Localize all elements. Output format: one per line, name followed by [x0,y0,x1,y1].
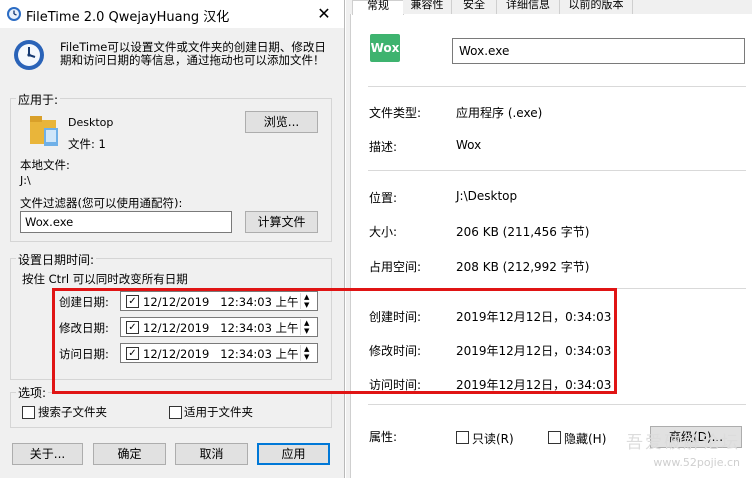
modified-date-picker[interactable]: ✓ 12/12/2019 12:34:03 上午 ▲ ▼ [120,317,318,337]
created-date-spinner[interactable]: ▲ ▼ [300,293,315,309]
size-label: 大小: [369,225,398,239]
divider [368,170,746,171]
search-subfolders-checkbox[interactable] [22,406,35,419]
file-name-value: Wox.exe [459,44,510,58]
description-value: Wox [456,138,482,152]
wox-app-icon: Wox [370,34,400,62]
divider [368,86,746,87]
created-date-picker[interactable]: ✓ 12/12/2019 12:34:03 上午 ▲ ▼ [120,291,318,311]
divider [368,404,746,405]
accessed-time-label: 访问时间: [369,378,422,392]
readonly-label: 只读(R) [472,432,514,446]
tab-details[interactable]: 详细信息 [497,0,560,14]
size-value: 206 KB (211,456 字节) [456,225,590,239]
accessed-date-value: 12/12/2019 12:34:03 上午 [143,347,299,361]
modified-date-checkbox[interactable]: ✓ [126,321,139,334]
ok-button[interactable]: 确定 [93,443,166,465]
modified-time-value: 2019年12月12日，0:34:03 [456,344,612,358]
hidden-checkbox[interactable] [548,431,561,444]
search-subfolders-label: 搜索子文件夹 [38,405,107,419]
modified-date-value: 12/12/2019 12:34:03 上午 [143,321,299,335]
file-name-input[interactable]: Wox.exe [452,38,745,64]
apply-folders-label: 适用于文件夹 [184,405,253,419]
filter-label: 文件过滤器(您可以使用通配符): [20,196,183,210]
apply-folders-checkbox[interactable] [169,406,182,419]
about-button[interactable]: 关于... [12,443,83,465]
clock-large-icon [14,40,44,70]
hidden-label: 隐藏(H) [564,432,607,446]
created-time-value: 2019年12月12日，0:34:03 [456,310,612,324]
filter-value: Wox.exe [25,215,74,229]
general-tab-panel [350,14,752,478]
created-time-label: 创建时间: [369,310,422,324]
modified-date-label: 修改日期: [59,321,109,335]
dialog-description: FileTime可以设置文件或文件夹的创建日期、修改日期和访问日期的等信息，通过… [60,40,326,67]
filter-input[interactable]: Wox.exe [20,211,232,233]
apply-button[interactable]: 应用 [257,443,330,465]
divider [368,288,746,289]
local-file-path: J:\ [20,174,31,187]
folder-icon [30,116,58,146]
tab-compatibility[interactable]: 兼容性 [403,0,452,14]
item-count: 文件: 1 [68,137,106,151]
cancel-button[interactable]: 取消 [175,443,248,465]
created-date-label: 创建日期: [59,295,109,309]
accessed-date-checkbox[interactable]: ✓ [126,347,139,360]
accessed-date-label: 访问日期: [59,347,109,361]
browse-button[interactable]: 浏览... [245,111,318,133]
description-label: 描述: [369,140,398,154]
attributes-label: 属性: [369,430,398,444]
clock-app-icon [7,7,21,21]
accessed-time-value: 2019年12月12日，0:34:03 [456,378,612,392]
dialog-title: FileTime 2.0 QwejayHuang 汉化 [26,10,230,25]
accessed-date-picker[interactable]: ✓ 12/12/2019 12:34:03 上午 ▲ ▼ [120,343,318,363]
location-label: 位置: [369,191,398,205]
size-on-disk-label: 占用空间: [369,260,422,274]
item-name: Desktop [68,116,114,129]
options-label: 选项: [16,384,49,401]
apply-to-label: 应用于: [16,91,61,108]
location-value: J:\Desktop [456,189,518,203]
tab-general[interactable]: 常规 [352,0,404,15]
local-file-label: 本地文件: [20,158,70,172]
close-button[interactable]: ✕ [312,4,336,24]
dialog-titlebar: FileTime 2.0 QwejayHuang 汉化 ✕ [0,0,344,28]
accessed-date-spinner[interactable]: ▲ ▼ [300,345,315,361]
size-on-disk-value: 208 KB (212,992 字节) [456,260,590,274]
created-date-value: 12/12/2019 12:34:03 上午 [143,295,299,309]
ctrl-hint: 按住 Ctrl 可以同时改变所有日期 [22,272,188,286]
calc-files-button[interactable]: 计算文件 [245,211,318,233]
readonly-checkbox[interactable] [456,431,469,444]
close-icon: ✕ [317,4,331,23]
modified-time-label: 修改时间: [369,344,422,358]
watermark-url: www.52pojie.cn [653,456,740,469]
watermark-text: 吾爱破解论坛 [626,433,740,453]
created-date-checkbox[interactable]: ✓ [126,295,139,308]
tab-security[interactable]: 安全 [452,0,497,14]
file-type-label: 文件类型: [369,106,422,120]
modified-date-spinner[interactable]: ▲ ▼ [300,319,315,335]
set-dates-label: 设置日期时间: [16,251,97,268]
tab-previous-versions[interactable]: 以前的版本 [560,0,633,14]
file-type-value: 应用程序 (.exe) [456,106,543,120]
